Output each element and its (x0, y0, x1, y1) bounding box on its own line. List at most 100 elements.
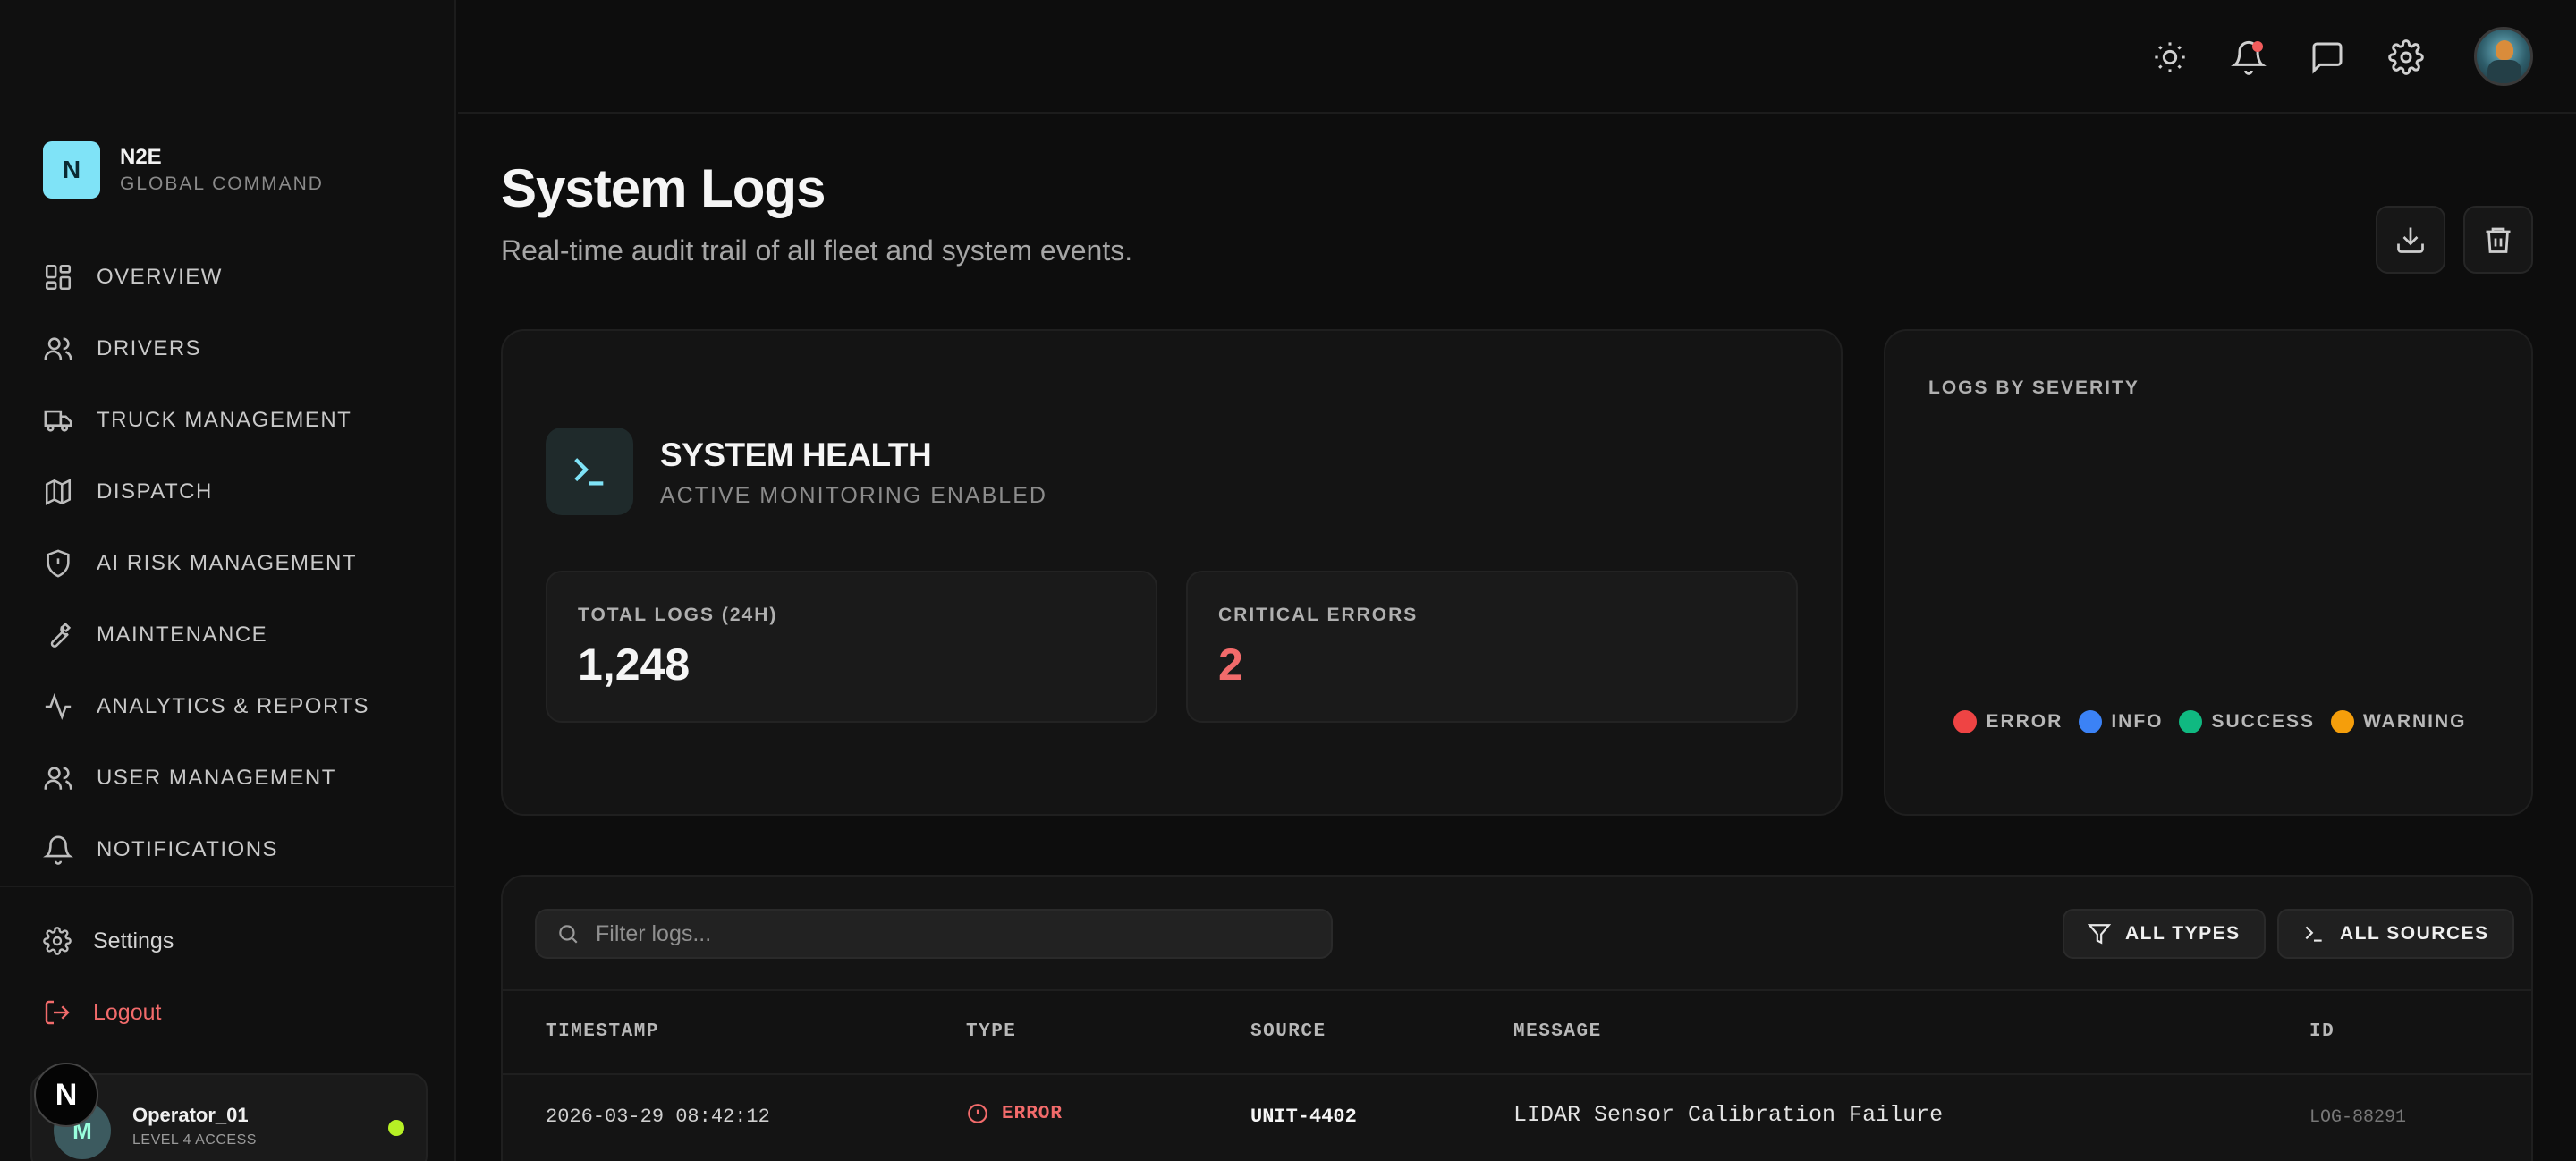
legend-item-error[interactable]: ERROR (1953, 710, 2063, 733)
all-sources-label: ALL SOURCES (2340, 923, 2489, 944)
cell-source: UNIT-4402 (1250, 1106, 1357, 1128)
sidebar-item-overview[interactable]: OVERVIEW (43, 259, 223, 295)
health-icon-tile (546, 428, 633, 515)
brand[interactable]: N N2E GLOBAL COMMAND (43, 141, 324, 199)
theme-toggle-button[interactable] (2148, 36, 2191, 79)
messages-button[interactable] (2306, 36, 2349, 79)
profile-avatar-button[interactable] (2474, 27, 2533, 86)
sidebar-item-label: NOTIFICATIONS (97, 837, 279, 861)
logs-table-card: ALL TYPES ALL SOURCES TIMESTAMP TYPE SOU… (501, 875, 2533, 1161)
table-header: TIMESTAMP TYPE SOURCE MESSAGE ID (503, 989, 2531, 1075)
user-name: Operator_01 (132, 1104, 249, 1126)
table-row[interactable]: 2026-03-29 08:42:12 ERROR UNIT-4402 LIDA… (503, 1075, 2531, 1161)
logs-by-severity-card: LOGS BY SEVERITY ERROR INFO SUCCESS WARN… (1884, 329, 2533, 816)
column-header-source[interactable]: SOURCE (1250, 1021, 1326, 1042)
sidebar-item-label: DRIVERS (97, 336, 202, 360)
sidebar-item-drivers[interactable]: DRIVERS (43, 331, 201, 367)
column-header-id[interactable]: ID (2309, 1021, 2334, 1042)
type-badge-error: ERROR (966, 1102, 1063, 1125)
download-logs-button[interactable] (2376, 206, 2445, 274)
terminal-icon (2305, 926, 2322, 942)
health-title: SYSTEM HEALTH (660, 436, 932, 473)
user-role: LEVEL 4 ACCESS (132, 1132, 257, 1148)
notification-dot (2252, 41, 2263, 52)
sidebar-item-truck-management[interactable]: TRUCK MANAGEMENT (43, 403, 352, 438)
legend-label: ERROR (1986, 711, 2063, 732)
avatar-head-shape (2496, 40, 2513, 60)
sidebar: N N2E GLOBAL COMMAND OVERVIEW DRIVERS TR… (0, 0, 456, 1161)
cell-message: LIDAR Sensor Calibration Failure (1513, 1102, 1944, 1128)
sidebar-item-user-management[interactable]: USER MANAGEMENT (43, 760, 336, 796)
page-subtitle: Real-time audit trail of all fleet and s… (501, 234, 1133, 267)
all-types-filter-button[interactable]: ALL TYPES (2063, 909, 2266, 959)
column-header-timestamp[interactable]: TIMESTAMP (546, 1021, 659, 1042)
clear-logs-button[interactable] (2463, 206, 2533, 274)
users-icon (44, 767, 72, 790)
brand-text: N2E GLOBAL COMMAND (120, 145, 324, 195)
sidebar-item-notifications[interactable]: NOTIFICATIONS (43, 832, 278, 868)
n-badge-button[interactable]: N (34, 1063, 98, 1127)
total-logs-stat: TOTAL LOGS (24H) 1,248 (546, 571, 1157, 723)
settings-label: Settings (93, 928, 174, 953)
legend-label: WARNING (2363, 711, 2467, 732)
truck-icon (44, 410, 72, 432)
sidebar-item-analytics-reports[interactable]: ANALYTICS & REPORTS (43, 689, 369, 725)
sidebar-item-maintenance[interactable]: MAINTENANCE (43, 617, 267, 653)
sun-icon (2155, 42, 2185, 72)
brand-name: N2E (120, 145, 162, 169)
bell-icon (43, 835, 73, 865)
sidebar-item-label: USER MANAGEMENT (97, 766, 336, 790)
search-icon (559, 925, 578, 944)
legend-item-info[interactable]: INFO (2079, 710, 2163, 733)
filter-icon (2088, 924, 2111, 945)
legend-item-warning[interactable]: WARNING (2331, 710, 2467, 733)
stat-value: 2 (1218, 640, 1243, 690)
logout-link[interactable]: Logout (43, 998, 161, 1027)
stat-label: CRITICAL ERRORS (1218, 605, 1419, 625)
cell-id: LOG-88291 (2309, 1107, 2407, 1128)
severity-title: LOGS BY SEVERITY (1928, 377, 2140, 398)
filter-logs-field[interactable] (535, 909, 1333, 959)
legend-label: INFO (2111, 711, 2164, 732)
sidebar-item-label: ANALYTICS & REPORTS (97, 694, 370, 718)
wrench-icon (50, 622, 72, 648)
column-header-type[interactable]: TYPE (966, 1021, 1016, 1042)
shield-alert-icon (47, 549, 70, 578)
alert-circle-icon (968, 1104, 987, 1123)
online-status-dot (388, 1120, 404, 1136)
sidebar-item-label: DISPATCH (97, 479, 213, 504)
sidebar-item-dispatch[interactable]: DISPATCH (43, 474, 213, 510)
sidebar-item-label: TRUCK MANAGEMENT (97, 408, 352, 432)
app-root: N N2E GLOBAL COMMAND OVERVIEW DRIVERS TR… (0, 0, 2576, 1161)
download-icon (2397, 227, 2424, 253)
sidebar-item-ai-risk-management[interactable]: AI RISK MANAGEMENT (43, 546, 357, 581)
settings-button[interactable] (2385, 36, 2428, 79)
filter-logs-input[interactable] (596, 920, 1329, 947)
logout-label: Logout (93, 999, 162, 1025)
cell-type: ERROR (1002, 1103, 1063, 1124)
sidebar-item-label: OVERVIEW (97, 265, 223, 289)
legend-item-success[interactable]: SUCCESS (2179, 710, 2315, 733)
all-sources-filter-button[interactable]: ALL SOURCES (2277, 909, 2514, 959)
system-health-card: SYSTEM HEALTH ACTIVE MONITORING ENABLED … (501, 329, 1843, 816)
sidebar-item-label: AI RISK MANAGEMENT (97, 551, 358, 575)
activity-icon (45, 693, 72, 720)
brand-subtitle: GLOBAL COMMAND (120, 174, 324, 194)
legend-label: SUCCESS (2211, 711, 2316, 732)
notifications-button[interactable] (2227, 36, 2270, 79)
column-header-message[interactable]: MESSAGE (1513, 1021, 1602, 1042)
stat-value: 1,248 (578, 640, 691, 690)
health-subtitle: ACTIVE MONITORING ENABLED (660, 483, 1047, 508)
users-icon (44, 337, 72, 360)
stat-label: TOTAL LOGS (24H) (578, 605, 778, 625)
legend-dot (1953, 710, 1978, 733)
avatar-body-shape (2487, 60, 2521, 83)
message-square-icon (2312, 42, 2343, 74)
legend-dot (2179, 710, 2203, 733)
sidebar-item-label: MAINTENANCE (97, 623, 268, 647)
settings-link[interactable]: Settings (43, 927, 174, 955)
gear-icon (2388, 39, 2424, 75)
topbar (458, 0, 2576, 114)
brand-logo: N (43, 141, 100, 199)
legend-dot (2331, 710, 2355, 733)
